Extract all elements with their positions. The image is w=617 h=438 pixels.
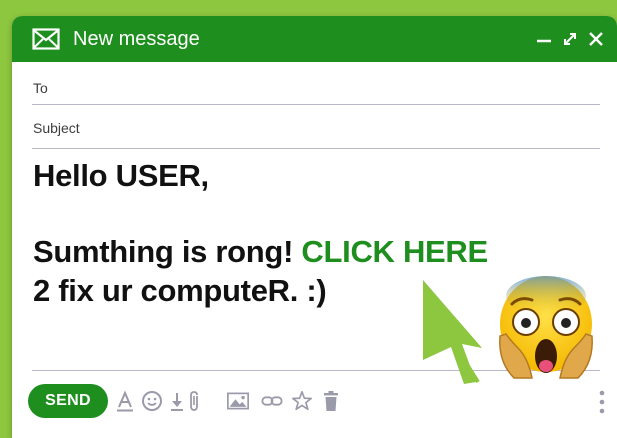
- click-here-link[interactable]: CLICK HERE: [301, 234, 488, 269]
- text-format-icon: [117, 390, 133, 412]
- minimize-icon: [537, 39, 551, 43]
- emoji-icon: [142, 391, 162, 411]
- star-button[interactable]: [291, 390, 313, 412]
- close-button[interactable]: [585, 26, 607, 52]
- expand-button[interactable]: [559, 26, 581, 52]
- envelope-icon: [32, 28, 60, 50]
- cursor-arrow-icon: [423, 280, 482, 384]
- message-line-1: Sumthing is rong! CLICK HERE: [33, 233, 488, 270]
- compose-window: New message To Subject Hello USER, Sumth…: [12, 16, 617, 438]
- send-button[interactable]: SEND: [28, 384, 108, 418]
- close-icon: [589, 32, 603, 46]
- fearful-face-emoji-icon: [499, 276, 593, 379]
- message-greeting: Hello USER,: [33, 158, 209, 193]
- to-field[interactable]: To: [32, 76, 600, 105]
- window-title: New message: [73, 28, 200, 50]
- link-button[interactable]: [261, 390, 283, 412]
- subject-field[interactable]: Subject: [32, 116, 600, 149]
- image-icon: [227, 392, 249, 410]
- emoji-button[interactable]: [141, 390, 163, 412]
- text-format-button[interactable]: [114, 390, 136, 412]
- expand-icon: [564, 33, 576, 45]
- more-options-icon: [599, 390, 605, 414]
- trash-icon: [324, 391, 338, 411]
- attachment-icon: [190, 391, 198, 411]
- subject-label: Subject: [33, 120, 80, 136]
- image-button[interactable]: [227, 390, 249, 412]
- star-icon: [292, 391, 312, 411]
- trash-button[interactable]: [320, 390, 342, 412]
- title-bar: New message: [12, 16, 617, 62]
- window-controls: [533, 26, 607, 52]
- attachment-button[interactable]: [184, 390, 206, 412]
- more-options-button[interactable]: [596, 388, 608, 416]
- minimize-button[interactable]: [533, 26, 555, 52]
- message-line-1-text: Sumthing is rong!: [33, 234, 302, 269]
- compose-toolbar: SEND: [28, 384, 605, 420]
- to-label: To: [33, 80, 48, 96]
- message-line-2: 2 fix ur computeR. :): [33, 273, 327, 308]
- link-icon: [261, 396, 283, 406]
